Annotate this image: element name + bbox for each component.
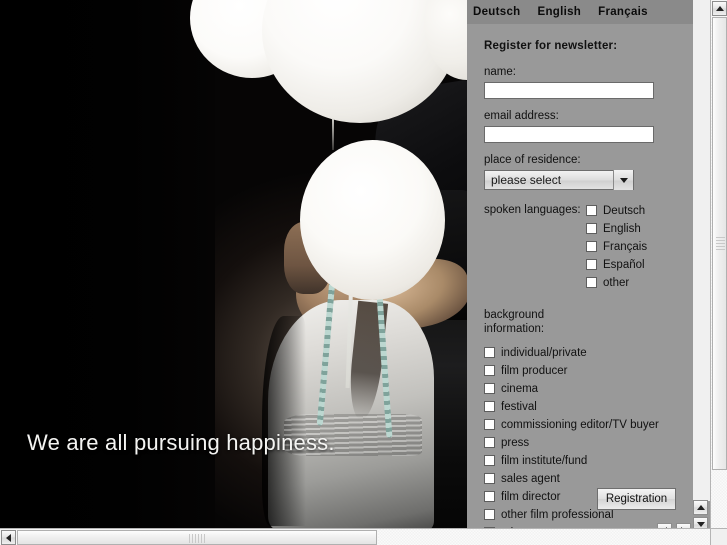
checkbox-row[interactable]: sales agent [484, 470, 693, 487]
checkbox-english[interactable] [586, 223, 597, 234]
checkbox-row[interactable]: Español [586, 256, 647, 273]
background-label-line1: background [484, 308, 693, 322]
checkbox-label: press [501, 437, 529, 449]
checkbox-deutsch[interactable] [586, 205, 597, 216]
checkbox-other-film-professional[interactable] [484, 509, 495, 520]
checkbox-sales-agent[interactable] [484, 473, 495, 484]
background-options-list: individual/private film producer cinema [484, 344, 693, 541]
iframe-scroll-up-icon[interactable] [693, 500, 708, 515]
residence-label: place of residence: [484, 154, 693, 166]
form-title: Register for newsletter: [484, 40, 693, 52]
checkbox-label: festival [501, 401, 537, 413]
browser-viewport: We are all pursuing happiness. Deutsch E… [0, 0, 727, 545]
page-vscrollbar-thumb[interactable] [712, 17, 727, 470]
checkbox-commissioning-editor[interactable] [484, 419, 495, 430]
background-information-label: background information: [484, 308, 693, 336]
checkbox-row[interactable]: film institute/fund [484, 452, 693, 469]
page-scroll-up-icon[interactable] [712, 1, 727, 16]
checkbox-row[interactable]: festival [484, 398, 693, 415]
name-input[interactable] [484, 82, 654, 99]
checkbox-label: English [603, 223, 641, 235]
checkbox-festival[interactable] [484, 401, 495, 412]
checkbox-row[interactable]: cinema [484, 380, 693, 397]
vscrollbar-grip-icon [716, 237, 725, 251]
checkbox-press[interactable] [484, 437, 495, 448]
iframe-vscrollbar-track[interactable] [693, 0, 710, 501]
checkbox-row[interactable]: Français [586, 238, 647, 255]
checkbox-row[interactable]: commissioning editor/TV buyer [484, 416, 693, 433]
checkbox-row[interactable]: press [484, 434, 693, 451]
checkbox-film-producer[interactable] [484, 365, 495, 376]
checkbox-other-language[interactable] [586, 277, 597, 288]
checkbox-label: film director [501, 491, 560, 503]
checkbox-row[interactable]: individual/private [484, 344, 693, 361]
registration-button[interactable]: Registration [597, 488, 676, 510]
spoken-languages-row: spoken languages: Deutsch English Fra [484, 202, 693, 292]
checkbox-label: Français [603, 241, 647, 253]
language-nav: Deutsch English Français [467, 0, 693, 24]
background-label-line2: information: [484, 322, 693, 336]
newsletter-form-frame: Deutsch English Français Register for ne… [467, 0, 710, 545]
page-content: We are all pursuing happiness. Deutsch E… [0, 0, 710, 545]
residence-select-value: please select [491, 173, 561, 187]
lang-link-francais[interactable]: Français [598, 6, 648, 18]
checkbox-row[interactable]: other [586, 274, 647, 291]
checkbox-francais[interactable] [586, 241, 597, 252]
checkbox-label: film producer [501, 365, 567, 377]
scrollbar-corner [710, 528, 727, 545]
checkbox-label: sales agent [501, 473, 560, 485]
checkbox-label: cinema [501, 383, 538, 395]
lang-link-deutsch[interactable]: Deutsch [473, 6, 520, 18]
checkbox-label: Deutsch [603, 205, 645, 217]
hero-photo: We are all pursuing happiness. [0, 0, 467, 528]
email-input[interactable] [484, 126, 654, 143]
hscrollbar-grip-icon [189, 534, 205, 543]
checkbox-espanol[interactable] [586, 259, 597, 270]
lang-link-english[interactable]: English [537, 6, 581, 18]
email-label: email address: [484, 110, 693, 122]
checkbox-cinema[interactable] [484, 383, 495, 394]
checkbox-individual-private[interactable] [484, 347, 495, 358]
page-hscrollbar-thumb[interactable] [17, 530, 377, 545]
checkbox-row[interactable]: Deutsch [586, 202, 647, 219]
checkbox-label: other [603, 277, 629, 289]
chevron-down-icon[interactable] [613, 170, 633, 190]
page-vertical-scrollbar[interactable] [710, 0, 727, 545]
photo-balloon-lower [300, 140, 445, 300]
checkbox-label: Español [603, 259, 645, 271]
checkbox-row[interactable]: film producer [484, 362, 693, 379]
page-horizontal-scrollbar[interactable] [0, 528, 710, 545]
checkbox-label: other film professional [501, 509, 614, 521]
spoken-languages-list: Deutsch English Français Español [586, 202, 647, 292]
checkbox-row[interactable]: English [586, 220, 647, 237]
checkbox-film-director[interactable] [484, 491, 495, 502]
checkbox-label: individual/private [501, 347, 587, 359]
page-hscrollbar-track[interactable] [378, 529, 710, 545]
iframe-vertical-scrollbar[interactable] [693, 0, 710, 501]
checkbox-label: commissioning editor/TV buyer [501, 419, 659, 431]
checkbox-label: film institute/fund [501, 455, 587, 467]
newsletter-form: Register for newsletter: name: email add… [467, 24, 693, 545]
page-scroll-left-icon[interactable] [1, 530, 16, 545]
name-label: name: [484, 66, 693, 78]
photo-caption: We are all pursuing happiness. [27, 430, 335, 456]
photo-balloon-string [332, 118, 334, 150]
spoken-languages-label: spoken languages: [484, 202, 586, 216]
checkbox-film-institute-fund[interactable] [484, 455, 495, 466]
residence-select[interactable]: please select [484, 170, 634, 190]
